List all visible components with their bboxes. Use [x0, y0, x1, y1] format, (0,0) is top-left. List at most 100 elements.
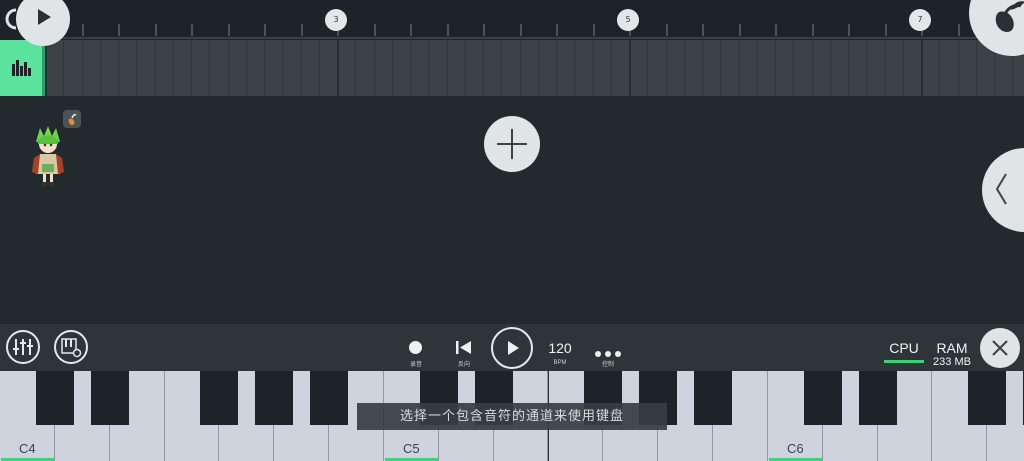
- pattern-strip[interactable]: [45, 40, 1024, 96]
- pattern-cell: [903, 40, 904, 96]
- timeline-tick: [82, 24, 84, 36]
- pattern-cell: [684, 40, 685, 96]
- pattern-cell: [611, 40, 612, 96]
- timeline-tick: [483, 24, 485, 36]
- cpu-meter: [884, 360, 924, 363]
- pattern-cell: [501, 40, 502, 96]
- timeline-tick: [301, 24, 303, 36]
- timeline-tick: [264, 24, 266, 36]
- pattern-cell: [465, 40, 466, 96]
- pattern-cell: [647, 40, 648, 96]
- pattern-cell: [812, 40, 813, 96]
- pattern-cell: [374, 40, 375, 96]
- chevron-left-icon: [995, 173, 1007, 205]
- timeline-tick: [191, 24, 193, 36]
- pattern-cell: [63, 40, 64, 96]
- pattern-cell: [82, 40, 83, 96]
- pattern-cell: [282, 40, 283, 96]
- main-menu-button[interactable]: [969, 0, 1024, 56]
- pattern-cell: [118, 40, 119, 96]
- piano-settings-button[interactable]: [54, 330, 88, 364]
- play-song-button[interactable]: [491, 327, 533, 369]
- pattern-cell: [793, 40, 794, 96]
- black-key[interactable]: [803, 371, 842, 425]
- octave-label-c4: C4: [19, 441, 36, 456]
- black-key[interactable]: [858, 371, 897, 425]
- tempo-unit: BPM: [553, 360, 567, 366]
- pattern-cell: [337, 40, 339, 96]
- pattern-cell: [155, 40, 156, 96]
- close-icon: [992, 340, 1008, 356]
- pattern-cell: [319, 40, 320, 96]
- black-key[interactable]: [255, 371, 294, 425]
- plus-icon: [497, 129, 527, 159]
- pattern-cell: [209, 40, 210, 96]
- menu-edge-icon[interactable]: [4, 6, 18, 32]
- black-key[interactable]: [200, 371, 239, 425]
- pattern-cell: [100, 40, 101, 96]
- more-label: 控制: [601, 361, 614, 368]
- octave-label-c5: C5: [403, 441, 420, 456]
- timeline-tick: [666, 24, 668, 36]
- fruit-logo-icon: [995, 1, 1024, 32]
- black-key[interactable]: [968, 371, 1007, 425]
- timeline-tick: [556, 24, 558, 36]
- pattern-cell: [392, 40, 393, 96]
- bar-marker-5: 5: [617, 9, 639, 31]
- mascot-image: [30, 124, 66, 188]
- reverse-button[interactable]: [455, 340, 473, 355]
- pattern-cell: [173, 40, 174, 96]
- close-keyboard-button[interactable]: [980, 328, 1020, 368]
- pattern-cell: [885, 40, 886, 96]
- timeline-tick: [775, 24, 777, 36]
- pattern-cell: [556, 40, 557, 96]
- timeline-tick: [410, 24, 412, 36]
- record-button[interactable]: [409, 341, 422, 354]
- black-key[interactable]: [35, 371, 74, 425]
- more-button[interactable]: [594, 343, 622, 357]
- pattern-cell: [447, 40, 448, 96]
- pattern-cell: [939, 40, 940, 96]
- pattern-cell: [866, 40, 867, 96]
- timeline-tick: [739, 24, 741, 36]
- timeline-tick: [155, 24, 157, 36]
- cpu-label: CPU: [889, 340, 919, 356]
- channel-rack-button[interactable]: [0, 40, 42, 96]
- bar-marker-7: 7: [909, 9, 931, 31]
- black-key[interactable]: [694, 371, 733, 425]
- ram-value: 233 MB: [933, 356, 971, 368]
- pattern-cell: [520, 40, 521, 96]
- pattern-cell: [428, 40, 429, 96]
- timeline-tick: [593, 24, 595, 36]
- ram-label: RAM: [936, 340, 968, 356]
- black-key[interactable]: [310, 371, 349, 425]
- pattern-cell: [410, 40, 411, 96]
- side-panel-toggle[interactable]: [982, 148, 1024, 232]
- pattern-cell: [228, 40, 229, 96]
- pattern-cell: [191, 40, 192, 96]
- pattern-cell: [720, 40, 721, 96]
- timeline-tick: [520, 24, 522, 36]
- pattern-cell: [574, 40, 575, 96]
- pattern-cell: [483, 40, 484, 96]
- pattern-cell: [45, 40, 47, 96]
- pattern-cell: [301, 40, 302, 96]
- reverse-label: 反向: [457, 361, 470, 368]
- keyboard-hint: 选择一个包含音符的通道来使用键盘: [357, 403, 667, 430]
- more-icon: [595, 351, 621, 357]
- black-key[interactable]: [90, 371, 129, 425]
- mixer-button[interactable]: [6, 330, 40, 364]
- pattern-cell: [136, 40, 137, 96]
- pattern-cell: [246, 40, 247, 96]
- tempo-value[interactable]: 120: [540, 340, 580, 356]
- play-pattern-button[interactable]: [16, 0, 70, 46]
- timeline-tick: [812, 24, 814, 36]
- pattern-cell: [757, 40, 758, 96]
- pattern-cell: [702, 40, 703, 96]
- timeline-tick: [958, 24, 960, 36]
- pattern-cell: [355, 40, 356, 96]
- pattern-cell: [848, 40, 849, 96]
- pattern-cell: [775, 40, 776, 96]
- add-channel-button[interactable]: [484, 116, 540, 172]
- timeline-tick: [118, 24, 120, 36]
